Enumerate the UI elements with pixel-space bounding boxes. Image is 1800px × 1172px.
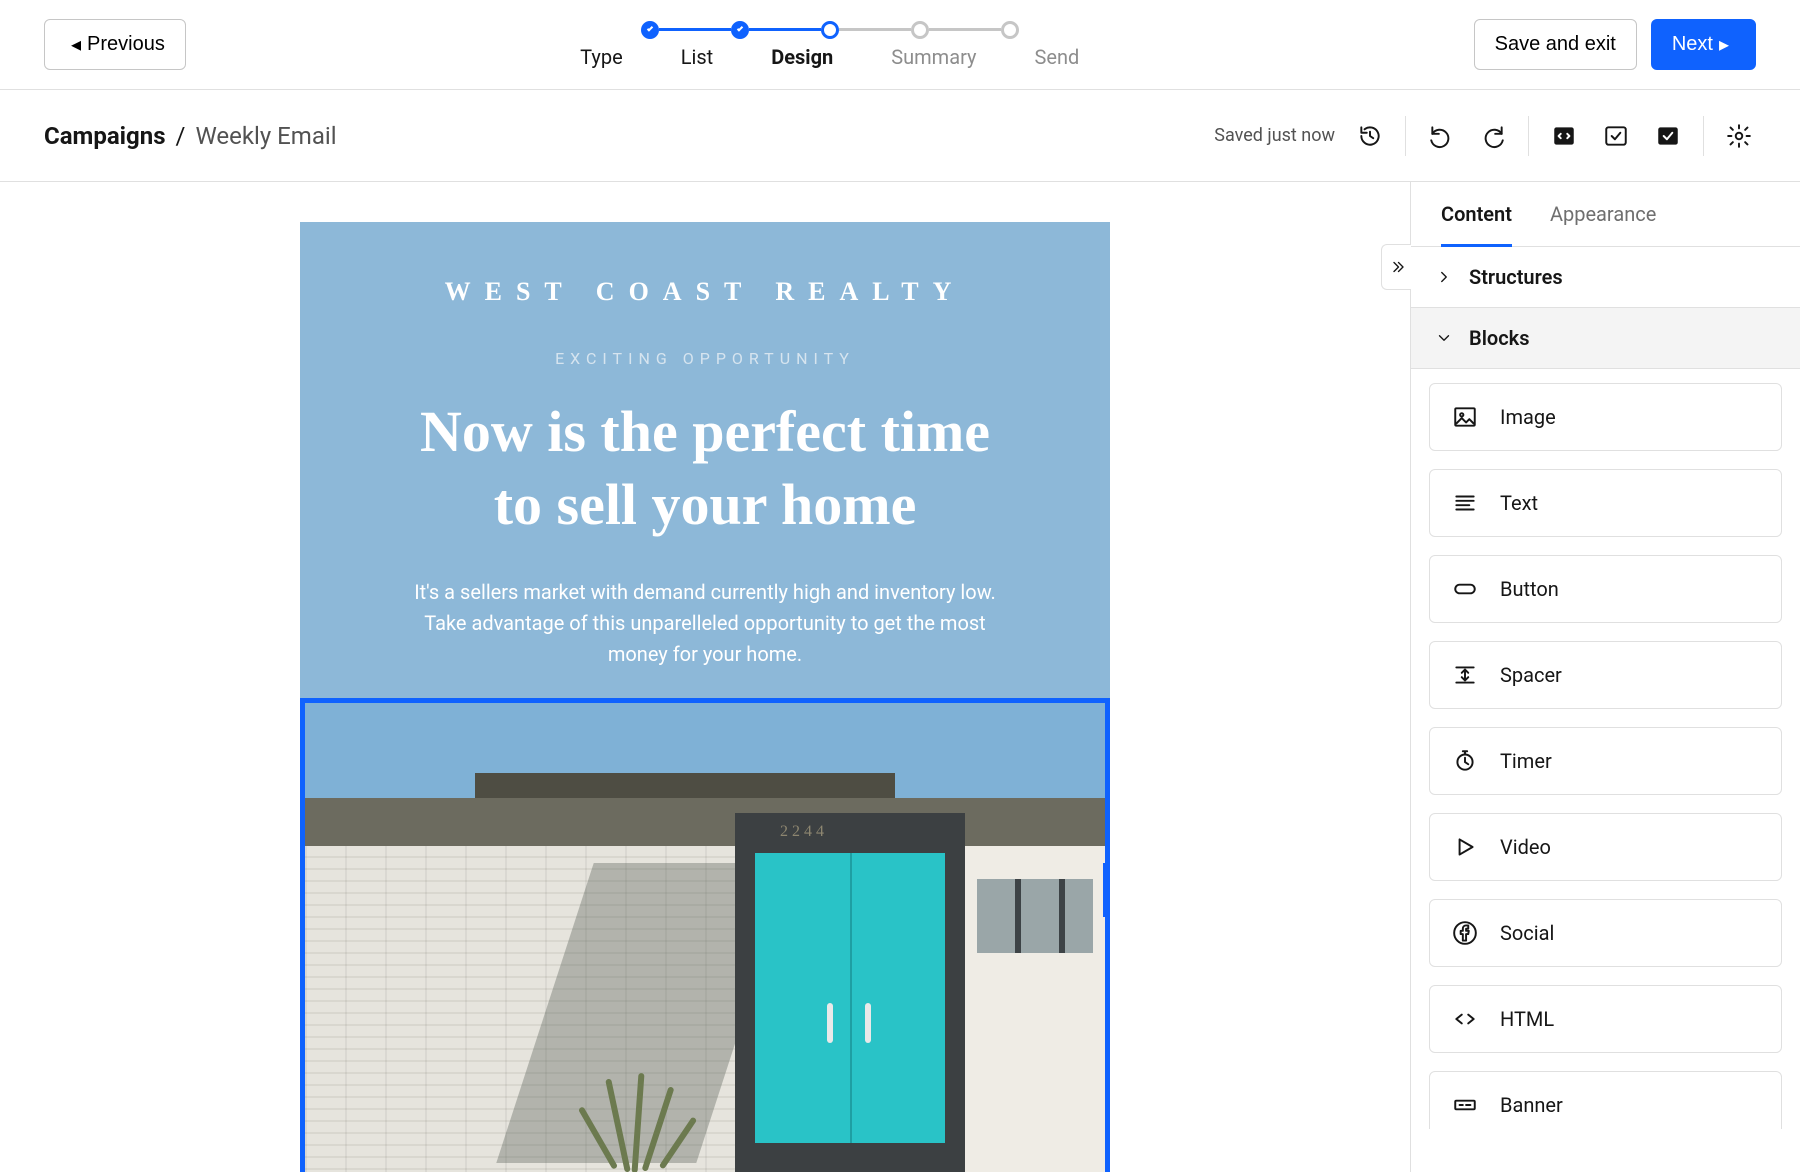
plant-graphic: [585, 1063, 705, 1172]
breadcrumb-current: Weekly Email: [195, 122, 336, 150]
preview-icon[interactable]: [1599, 119, 1633, 153]
block-social-label: Social: [1500, 921, 1554, 945]
step-dot-type[interactable]: [641, 21, 659, 39]
undo-icon[interactable]: [1424, 119, 1458, 153]
breadcrumb-separator: /: [176, 122, 186, 150]
chevron-left-icon: ◂: [71, 32, 81, 57]
section-structures-label: Structures: [1469, 265, 1563, 289]
previous-button[interactable]: ◂ Previous: [44, 19, 186, 70]
step-label-type[interactable]: Type: [580, 45, 623, 69]
block-banner[interactable]: Banner: [1429, 1071, 1782, 1129]
block-text-label: Text: [1500, 491, 1538, 515]
top-bar: ◂ Previous Type List Design Summary Send…: [0, 0, 1800, 90]
step-dot-list[interactable]: [731, 21, 749, 39]
email-hero-block-selected[interactable]: 2244: [300, 698, 1110, 1172]
step-dot-send[interactable]: [1001, 21, 1019, 39]
block-timer[interactable]: Timer: [1429, 727, 1782, 795]
breadcrumb: Campaigns / Weekly Email: [44, 122, 337, 150]
saved-status: Saved just now: [1214, 125, 1335, 146]
save-and-exit-label: Save and exit: [1495, 33, 1616, 56]
settings-icon[interactable]: [1722, 119, 1756, 153]
chevron-down-icon: [1435, 329, 1453, 347]
save-and-exit-button[interactable]: Save and exit: [1474, 19, 1637, 70]
email-eyebrow: EXCITING OPPORTUNITY: [300, 349, 1110, 368]
block-banner-label: Banner: [1500, 1093, 1563, 1117]
sub-bar: Campaigns / Weekly Email Saved just now: [0, 90, 1800, 182]
chevron-right-icon: [1435, 268, 1453, 286]
block-video[interactable]: Video: [1429, 813, 1782, 881]
block-button-label: Button: [1500, 577, 1559, 601]
step-label-design[interactable]: Design: [771, 45, 833, 69]
video-icon: [1452, 834, 1478, 860]
block-video-label: Video: [1500, 835, 1551, 859]
step-label-list[interactable]: List: [681, 45, 714, 69]
image-icon: [1452, 404, 1478, 430]
html-icon: [1452, 1006, 1478, 1032]
email-preview[interactable]: WEST COAST REALTY EXCITING OPPORTUNITY N…: [300, 222, 1110, 1172]
block-text[interactable]: Text: [1429, 469, 1782, 537]
redo-icon[interactable]: [1476, 119, 1510, 153]
history-icon[interactable]: [1353, 119, 1387, 153]
stepper: Type List Design Summary Send: [580, 21, 1079, 69]
tab-content[interactable]: Content: [1441, 202, 1512, 247]
banner-icon: [1452, 1092, 1478, 1118]
canvas[interactable]: WEST COAST REALTY EXCITING OPPORTUNITY N…: [0, 182, 1410, 1172]
block-action-toolbar: [1103, 863, 1110, 917]
collapse-panel-button[interactable]: [1381, 244, 1411, 290]
block-button[interactable]: Button: [1429, 555, 1782, 623]
test-send-icon[interactable]: [1651, 119, 1685, 153]
text-icon: [1452, 490, 1478, 516]
block-spacer[interactable]: Spacer: [1429, 641, 1782, 709]
step-label-summary[interactable]: Summary: [891, 45, 976, 69]
block-timer-label: Timer: [1500, 749, 1552, 773]
block-spacer-label: Spacer: [1500, 663, 1562, 687]
chevron-right-icon: ▸: [1719, 32, 1729, 57]
previous-label: Previous: [87, 33, 165, 56]
next-label: Next: [1672, 33, 1713, 56]
panel-tabs: Content Appearance: [1411, 182, 1800, 247]
section-structures[interactable]: Structures: [1411, 247, 1800, 308]
block-image[interactable]: Image: [1429, 383, 1782, 451]
step-dot-summary[interactable]: [911, 21, 929, 39]
next-button[interactable]: Next ▸: [1651, 19, 1756, 70]
block-social[interactable]: Social: [1429, 899, 1782, 967]
timer-icon: [1452, 748, 1478, 774]
step-dot-design[interactable]: [821, 21, 839, 39]
block-image-label: Image: [1500, 405, 1556, 429]
hero-address: 2244: [780, 823, 828, 841]
block-html-label: HTML: [1500, 1007, 1554, 1031]
social-icon: [1452, 920, 1478, 946]
side-panel: Content Appearance Structures Blocks Ima…: [1410, 182, 1800, 1172]
block-list: Image Text Button Spacer Timer Video: [1411, 369, 1800, 1129]
email-paragraph: It's a sellers market with demand curren…: [405, 577, 1005, 670]
button-icon: [1452, 576, 1478, 602]
block-html[interactable]: HTML: [1429, 985, 1782, 1053]
email-brand: WEST COAST REALTY: [300, 277, 1110, 307]
section-blocks-label: Blocks: [1469, 326, 1529, 350]
step-label-send[interactable]: Send: [1035, 45, 1080, 69]
code-view-icon[interactable]: [1547, 119, 1581, 153]
spacer-icon: [1452, 662, 1478, 688]
section-blocks[interactable]: Blocks: [1411, 308, 1800, 369]
breadcrumb-root[interactable]: Campaigns: [44, 122, 166, 150]
tab-appearance[interactable]: Appearance: [1550, 202, 1656, 246]
email-headline: Now is the perfect time to sell your hom…: [300, 396, 1110, 541]
